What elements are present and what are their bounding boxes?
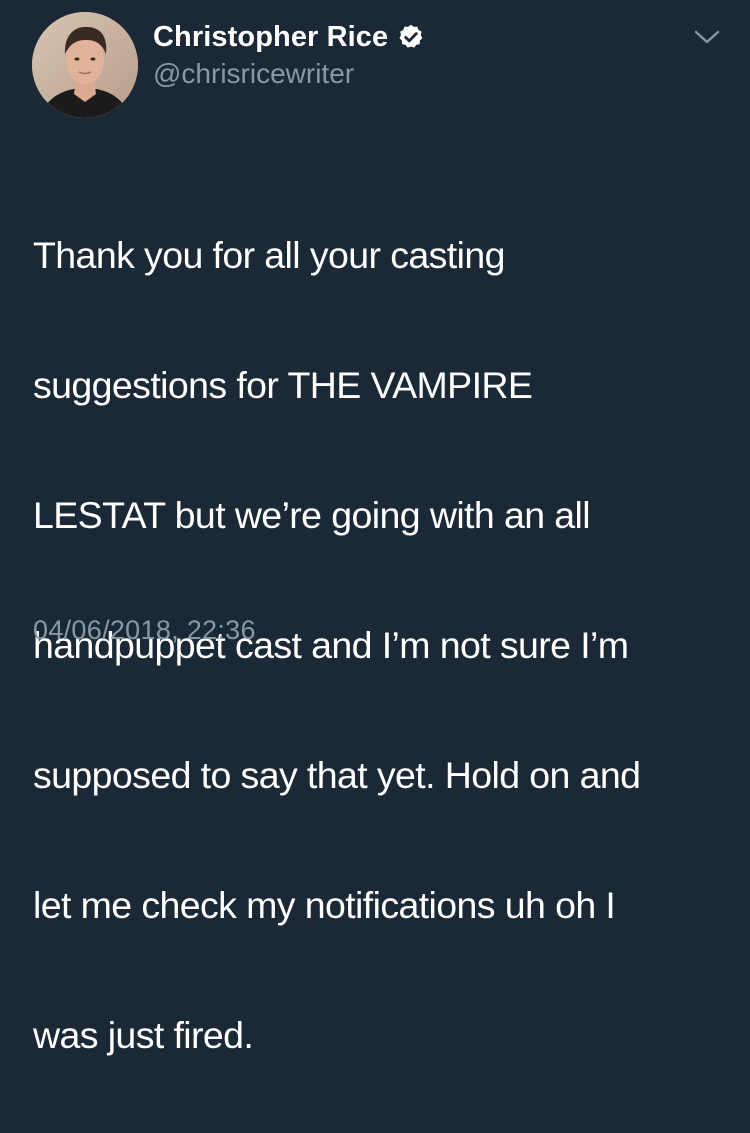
tweet-header: Christopher Rice @chrisricewriter [153,18,425,90]
tweet-card: Christopher Rice @chrisricewriter Thank … [0,0,750,1056]
tweet-text-line: suggestions for THE VAMPIRE [33,364,533,406]
tweet-text-line: supposed to say that yet. Hold on and [33,754,641,796]
tweet-text-line: let me check my notifications uh oh I [33,884,616,926]
tweet-text-line: LESTAT but we’re going with an all [33,494,591,536]
chevron-down-icon[interactable] [692,26,722,48]
avatar-photo [32,12,138,118]
author-display-name[interactable]: Christopher Rice [153,21,388,54]
tweet-text-line: was just fired. [33,1014,254,1056]
author-name-row: Christopher Rice [153,18,425,56]
author-handle[interactable]: @chrisricewriter [153,58,425,90]
verified-badge-icon [397,23,425,51]
tweet-text-line: Thank you for all your casting [33,234,505,276]
tweet-timestamp[interactable]: 04/06/2018, 22:36 [33,615,256,646]
avatar[interactable] [32,12,138,118]
